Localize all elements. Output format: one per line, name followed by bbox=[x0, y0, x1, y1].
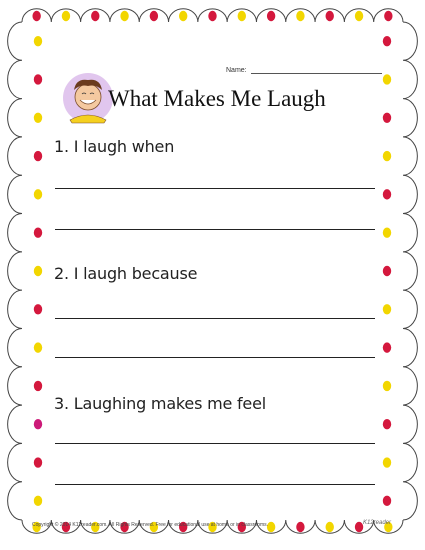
frame-dot bbox=[296, 10, 305, 22]
name-line[interactable] bbox=[250, 65, 382, 74]
frame-dot bbox=[382, 380, 392, 392]
frame-dot bbox=[354, 10, 364, 22]
frame-dot bbox=[296, 521, 305, 533]
frame-dot bbox=[382, 227, 392, 238]
frame-dot bbox=[382, 265, 392, 277]
frame-dot bbox=[382, 457, 392, 468]
frame-dot bbox=[382, 189, 392, 200]
question-3-prompt: 3. Laughing makes me feel bbox=[54, 394, 266, 413]
frame-dot bbox=[382, 150, 392, 162]
frame-dot bbox=[149, 10, 159, 22]
frame-dot bbox=[33, 380, 43, 392]
copyright-text: Copyright © 2014 K12reader.com. All Righ… bbox=[32, 522, 269, 528]
frame-dot bbox=[33, 35, 43, 47]
frame-dot bbox=[237, 10, 247, 22]
answer-line-3a[interactable] bbox=[55, 443, 375, 444]
frame-dot bbox=[32, 10, 41, 22]
answer-line-2a[interactable] bbox=[55, 318, 375, 319]
frame-dot bbox=[266, 521, 276, 533]
frame-dot bbox=[91, 10, 100, 22]
answer-line-1a[interactable] bbox=[55, 188, 375, 189]
frame-dot bbox=[382, 35, 392, 47]
frame-dot bbox=[266, 10, 276, 22]
answer-line-3b[interactable] bbox=[55, 484, 375, 485]
frame-dot bbox=[382, 304, 392, 315]
frame-left-edge bbox=[7, 21, 23, 521]
frame-dot bbox=[120, 10, 129, 22]
frame-dot bbox=[382, 342, 392, 353]
frame-dot bbox=[325, 10, 334, 22]
frame-dot bbox=[33, 150, 43, 162]
answer-line-1b[interactable] bbox=[55, 229, 375, 230]
frame-dot bbox=[33, 342, 43, 353]
frame-dot bbox=[33, 227, 43, 238]
worksheet-title: What Makes Me Laugh bbox=[108, 86, 326, 111]
frame-dot bbox=[382, 74, 392, 85]
question-1-prompt: 1. I laugh when bbox=[54, 137, 175, 156]
frame-dot bbox=[382, 112, 392, 123]
frame-dot bbox=[325, 521, 334, 533]
frame-dot bbox=[178, 10, 188, 22]
frame-dot bbox=[33, 112, 43, 123]
frame-dot bbox=[33, 265, 43, 277]
frame-dot bbox=[384, 10, 393, 22]
frame-dot bbox=[33, 495, 43, 507]
frame-dot bbox=[33, 74, 43, 85]
brand-logo-text: K12reader bbox=[363, 520, 392, 526]
frame-dot bbox=[33, 419, 43, 430]
frame-dot bbox=[33, 189, 43, 200]
frame-dot bbox=[33, 304, 43, 315]
name-field[interactable]: Name: bbox=[226, 62, 382, 74]
frame-dot bbox=[208, 10, 217, 22]
frame-dot bbox=[382, 419, 392, 430]
laughing-child-icon bbox=[63, 73, 113, 124]
question-2-prompt: 2. I laugh because bbox=[54, 264, 198, 283]
frame-right-edge bbox=[402, 21, 418, 521]
name-label: Name: bbox=[226, 67, 247, 74]
answer-line-2b[interactable] bbox=[55, 357, 375, 358]
frame-dot bbox=[33, 457, 43, 468]
frame-dot bbox=[61, 10, 71, 22]
frame-dot bbox=[382, 495, 392, 507]
frame-dot bbox=[354, 521, 364, 533]
